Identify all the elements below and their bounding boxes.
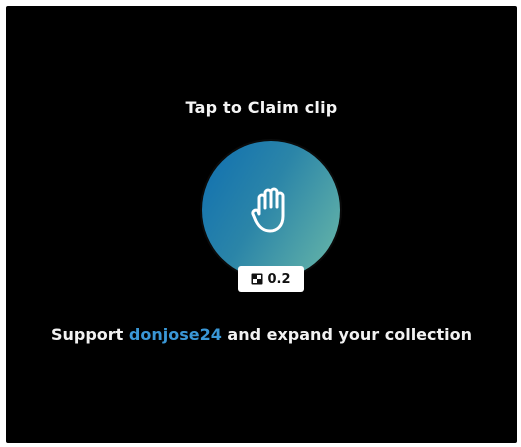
claim-modal: Tap to Claim clip 0.2 Support donjose24 … [6, 6, 517, 443]
claim-title: Tap to Claim clip [185, 98, 338, 117]
support-suffix: and expand your collection [221, 325, 473, 344]
support-prefix: Support [50, 325, 129, 344]
token-icon [251, 273, 263, 285]
support-message: Support donjose24 and expand your collec… [6, 325, 517, 344]
price-value: 0.2 [267, 271, 291, 287]
hand-icon [251, 187, 285, 233]
claim-button[interactable] [202, 141, 340, 279]
creator-username: donjose24 [128, 325, 222, 344]
price-badge: 0.2 [238, 266, 304, 292]
